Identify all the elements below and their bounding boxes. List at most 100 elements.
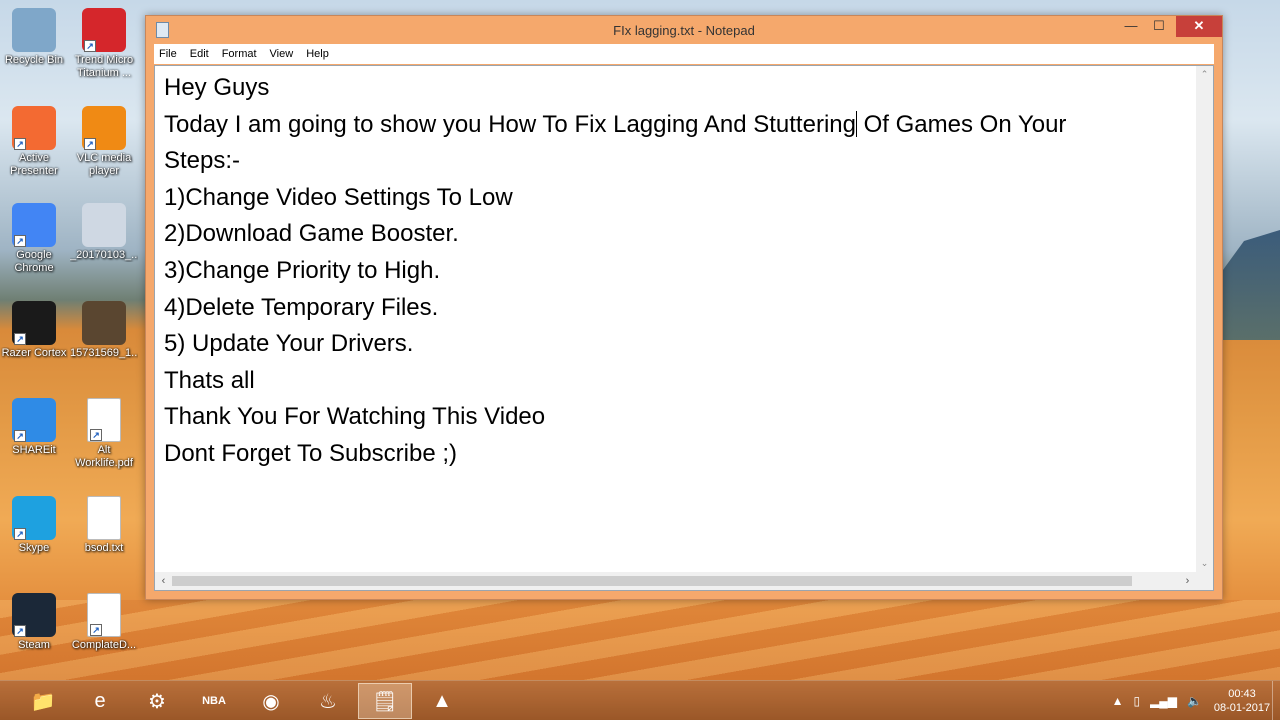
scroll-right-arrow-icon[interactable]: › — [1179, 572, 1196, 590]
show-desktop-button[interactable] — [1272, 681, 1280, 720]
desktop-icon[interactable]: ↗ Google Chrome — [0, 203, 68, 275]
usb-icon[interactable]: ▯ — [1133, 694, 1140, 708]
system-tray: ▲ ▯ ▂▄▆ 🔈 00:43 08-01-2017 — [1112, 681, 1280, 720]
trend-micro-icon: ↗ — [82, 8, 126, 52]
minimize-button[interactable]: — — [1116, 16, 1146, 37]
nba2k17-icon[interactable]: NBA — [187, 683, 241, 719]
menu-help[interactable]: Help — [306, 48, 329, 60]
desktop-icon-label: Active Presenter — [10, 151, 58, 177]
taskbar: 📁 e ⚙ NBA ◉ ♨ 🗒 ▲ ▲ ▯ ▂▄▆ 🔈 00:43 08-01-2017 — [0, 680, 1280, 720]
horizontal-scroll-thumb[interactable] — [172, 576, 1132, 586]
control-panel-icon[interactable]: ⚙ — [130, 683, 184, 719]
desktop-icon-label: _20170103_... — [70, 249, 138, 261]
recycle-bin-icon — [12, 8, 56, 52]
text-line: Dont Forget To Subscribe ;) — [164, 439, 458, 467]
text-line: 3)Change Priority to High. — [164, 256, 441, 284]
menu-format[interactable]: Format — [222, 48, 257, 60]
text-line: Thank You For Watching This Video — [164, 403, 546, 431]
text-file-icon — [87, 495, 121, 540]
network-icon[interactable]: ▂▄▆ — [1150, 694, 1177, 708]
shortcut-arrow-icon: ↗ — [14, 137, 26, 150]
shortcut-arrow-icon: ↗ — [14, 625, 26, 637]
text-segment: Of Games On Your — [856, 110, 1067, 138]
desktop-icon[interactable]: ↗ Active Presenter — [0, 105, 68, 178]
screenshot-file-icon — [82, 203, 126, 247]
steam-icon[interactable]: ♨ — [301, 683, 355, 719]
vlc-icon: ↗ — [82, 105, 126, 150]
desktop-icon[interactable]: ↗ SHAREit — [0, 398, 68, 457]
desktop-icon[interactable]: ↗ ComplateD... — [70, 593, 138, 652]
desktop-icon[interactable]: ↗ VLC media player — [70, 105, 138, 178]
wallpaper-mountain — [1220, 230, 1280, 340]
clock[interactable]: 00:43 08-01-2017 — [1212, 687, 1272, 715]
scroll-up-arrow-icon[interactable]: ⌃ — [1196, 66, 1213, 83]
close-button[interactable]: ✕ — [1176, 16, 1222, 37]
text-line: Today I am going to show you How To Fix … — [164, 107, 1195, 144]
text-line: 5) Update Your Drivers. — [164, 330, 414, 358]
shortcut-arrow-icon: ↗ — [84, 137, 96, 150]
show-hidden-icons-icon[interactable]: ▲ — [1112, 694, 1124, 708]
maximize-button[interactable]: ☐ — [1144, 16, 1174, 37]
title-bar[interactable]: FIx lagging.txt - Notepad — ☐ ✕ — [146, 16, 1222, 44]
desktop-icon-label: VLC media player — [76, 151, 132, 177]
shortcut-arrow-icon: ↗ — [90, 429, 102, 441]
editor-text[interactable]: Hey Guys Today I am going to show you How… — [164, 70, 1195, 473]
scroll-left-arrow-icon[interactable]: ‹ — [155, 572, 172, 590]
menu-file[interactable]: File — [159, 48, 177, 60]
desktop-icon[interactable]: ↗ Alt Worklife.pdf — [70, 398, 138, 470]
clock-date: 08-01-2017 — [1213, 702, 1271, 714]
desktop-icon[interactable]: ↗ Steam — [0, 593, 68, 652]
shortcut-arrow-icon: ↗ — [84, 40, 96, 52]
horizontal-scrollbar[interactable]: ‹ › — [155, 572, 1196, 590]
skype-icon: ↗ — [12, 495, 56, 540]
desktop-icon-label: SHAREit — [12, 444, 56, 456]
internet-explorer-icon[interactable]: e — [73, 683, 127, 719]
desktop-icon-label: Trend Micro Titanium ... — [74, 54, 134, 79]
shortcut-arrow-icon: ↗ — [90, 624, 102, 636]
desktop-icon[interactable]: _20170103_... — [70, 203, 138, 262]
active-presenter-icon: ↗ — [12, 105, 56, 150]
desktop-icon[interactable]: bsod.txt — [70, 495, 138, 555]
desktop-icon-label: Google Chrome — [14, 249, 54, 274]
pdf-icon: ↗ — [87, 398, 121, 442]
chrome-icon[interactable]: ◉ — [244, 683, 298, 719]
text-line: Thats all — [164, 366, 255, 394]
menu-view[interactable]: View — [270, 48, 294, 60]
notepad-icon[interactable]: 🗒 — [358, 683, 412, 719]
shortcut-arrow-icon: ↗ — [14, 235, 26, 247]
desktop-icon-label: Razer Cortex — [1, 346, 67, 359]
text-line: 2)Download Game Booster. — [164, 220, 459, 248]
shortcut-arrow-icon: ↗ — [14, 527, 26, 540]
desktop-icon-label: Steam — [18, 639, 50, 651]
shareit-icon: ↗ — [12, 398, 56, 442]
vertical-scrollbar[interactable]: ⌃ ⌄ — [1196, 66, 1213, 572]
text-editor[interactable]: Hey Guys Today I am going to show you How… — [154, 65, 1214, 591]
desktop-icon-label: Alt Worklife.pdf — [75, 444, 133, 469]
scrollbar-corner — [1196, 572, 1213, 590]
scroll-down-arrow-icon[interactable]: ⌄ — [1196, 555, 1213, 572]
desktop-icon-label: ComplateD... — [71, 639, 137, 651]
text-line: Steps:- — [164, 147, 241, 175]
pdf-icon: ↗ — [87, 593, 121, 637]
desktop-icon[interactable]: ↗ Razer Cortex — [0, 300, 68, 360]
file-explorer-icon[interactable]: 📁 — [16, 683, 70, 719]
desktop-icon[interactable]: ↗ Skype — [0, 495, 68, 555]
clock-time: 00:43 — [1228, 688, 1256, 700]
vlc-icon[interactable]: ▲ — [415, 683, 469, 719]
text-line: 4)Delete Temporary Files. — [164, 293, 439, 321]
text-line: 1)Change Video Settings To Low — [164, 183, 513, 211]
chrome-icon: ↗ — [12, 203, 56, 247]
desktop-icon-label: bsod.txt — [84, 541, 124, 554]
menu-bar: File Edit Format View Help — [154, 44, 1214, 64]
notepad-window[interactable]: FIx lagging.txt - Notepad — ☐ ✕ File Edi… — [145, 15, 1223, 600]
desktop-icon-label: 15731569_1... — [70, 346, 138, 359]
shortcut-arrow-icon: ↗ — [14, 332, 26, 345]
desktop-icon[interactable]: ↗ Trend Micro Titanium ... — [70, 8, 138, 80]
volume-icon[interactable]: 🔈 — [1187, 694, 1202, 708]
menu-edit[interactable]: Edit — [190, 48, 209, 60]
window-title: FIx lagging.txt - Notepad — [613, 23, 755, 38]
desktop-icon[interactable]: 15731569_1... — [70, 300, 138, 360]
shortcut-arrow-icon: ↗ — [14, 430, 26, 442]
wallpaper-strata — [0, 600, 1280, 680]
desktop-icon[interactable]: Recycle Bin — [0, 8, 68, 67]
